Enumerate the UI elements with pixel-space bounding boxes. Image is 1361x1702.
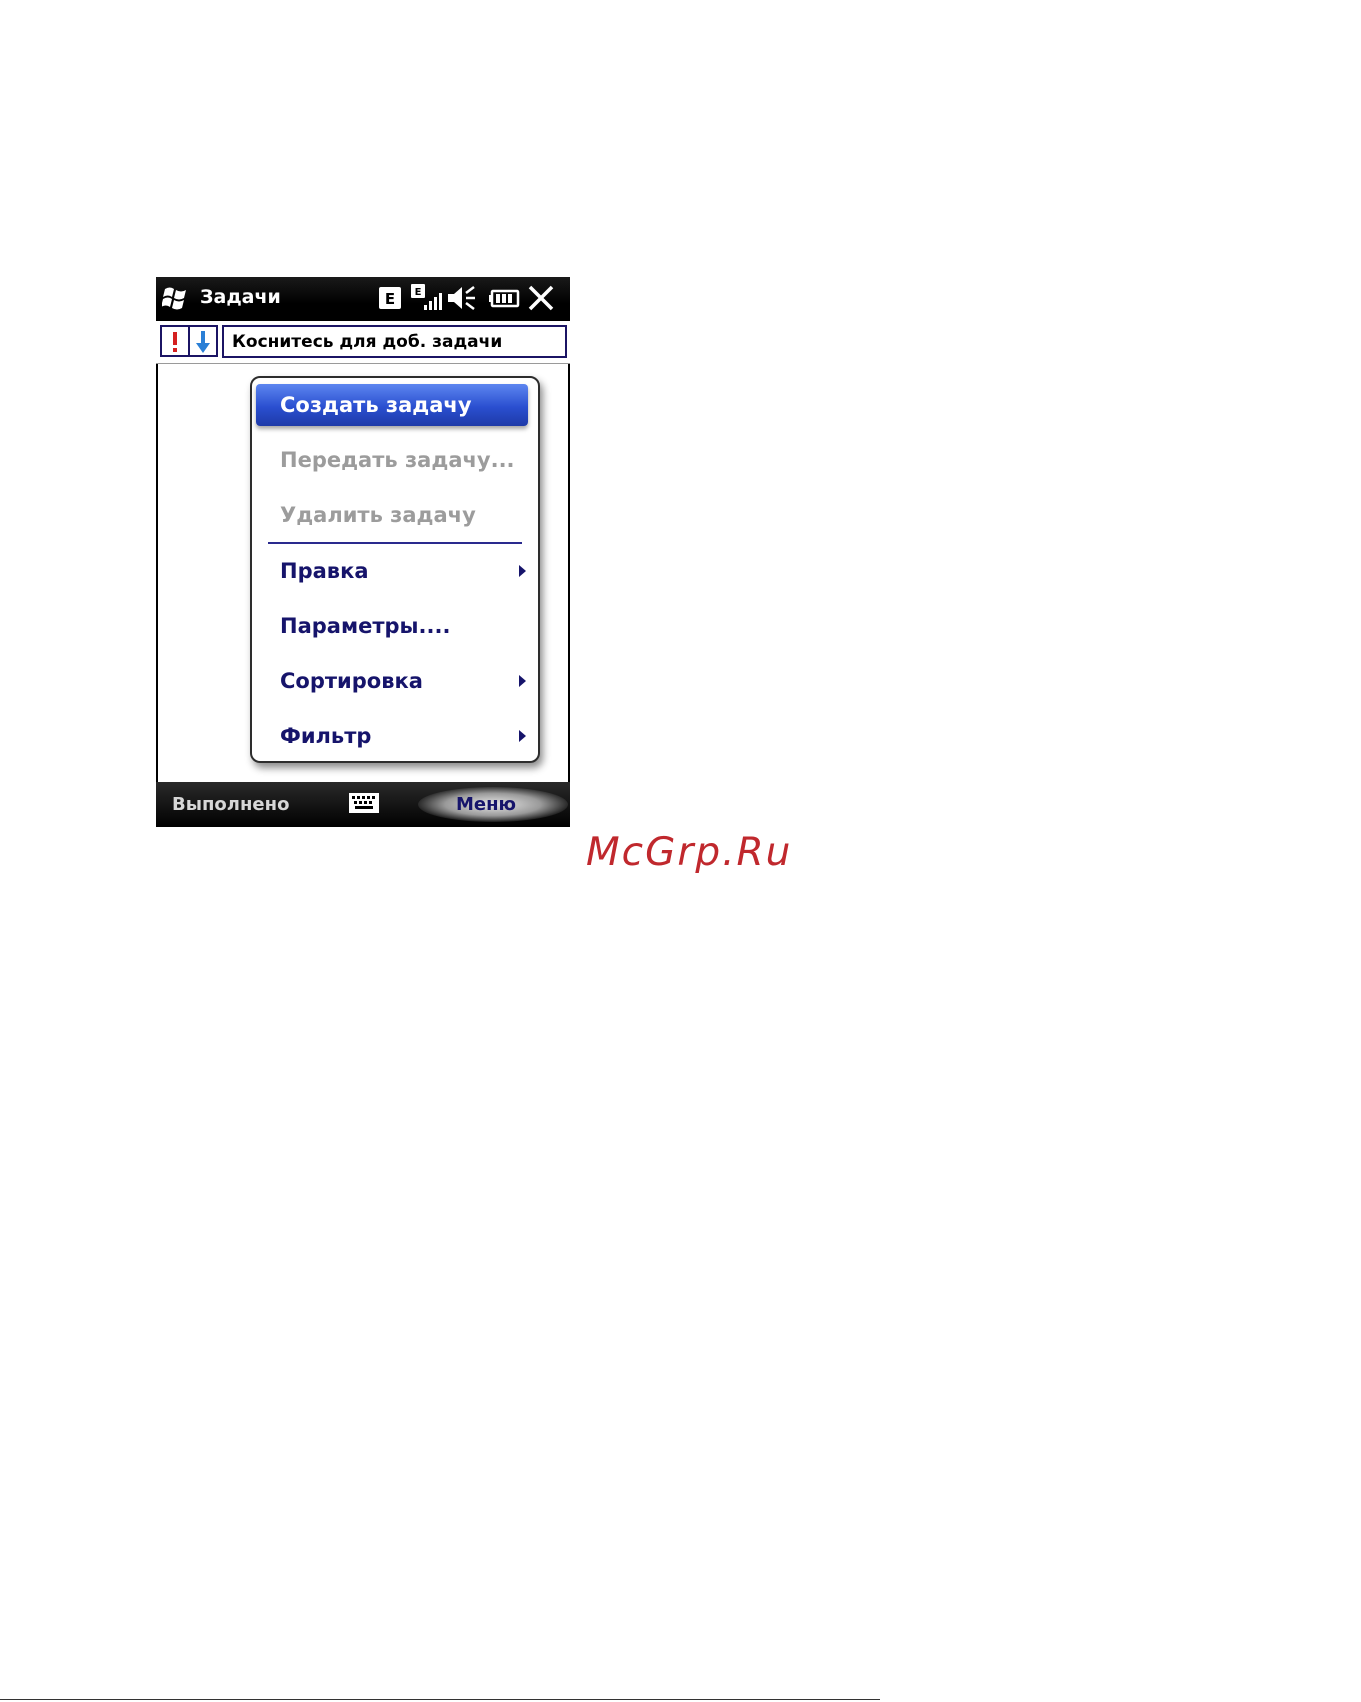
softkey-bar: Выполнено Меню [156, 782, 570, 827]
status-icons[interactable]: E E [378, 283, 568, 315]
svg-text:E: E [385, 290, 395, 308]
submenu-arrow-icon [519, 565, 526, 577]
phone-screenshot: Задачи E E Коснитесь для доб. задачи Соз… [156, 277, 570, 827]
softkey-right-menu[interactable]: Меню [456, 794, 516, 815]
task-entry-bar: Коснитесь для доб. задачи [156, 321, 570, 364]
menu-item-edit[interactable]: Правка [256, 550, 528, 592]
menu-separator [268, 542, 522, 544]
menu-item-send-task: Передать задачу... [280, 448, 515, 472]
watermark-text: McGrp.Ru [586, 830, 793, 875]
close-icon[interactable] [526, 283, 556, 313]
menu-item-sort[interactable]: Сортировка [256, 660, 528, 702]
submenu-arrow-icon [519, 730, 526, 742]
keyboard-icon[interactable] [349, 793, 379, 813]
menu-item-filter[interactable]: Фильтр [256, 715, 528, 757]
priority-selector[interactable] [160, 325, 218, 357]
menu-item-delete-task: Удалить задачу [280, 503, 476, 527]
page: Задачи E E Коснитесь для доб. задачи Соз… [0, 0, 1361, 1702]
signal-strength-icon: E [411, 284, 442, 310]
svg-text:E: E [415, 287, 422, 298]
low-priority-arrow-icon[interactable] [193, 329, 213, 355]
add-task-field[interactable]: Коснитесь для доб. задачи [222, 325, 567, 358]
priority-divider [188, 327, 190, 355]
high-priority-icon[interactable] [166, 330, 184, 354]
title-bar: Задачи E E [156, 277, 570, 321]
submenu-arrow-icon [519, 675, 526, 687]
windows-start-icon[interactable] [162, 285, 190, 311]
context-menu: Создать задачу Передать задачу... Удалит… [250, 376, 540, 763]
network-e-icon: E [379, 287, 401, 309]
menu-item-options[interactable]: Параметры.... [256, 605, 528, 647]
battery-icon [489, 289, 520, 308]
speaker-muted-icon [448, 286, 475, 310]
softkey-left-done[interactable]: Выполнено [172, 794, 289, 815]
menu-item-create-task[interactable]: Создать задачу [256, 384, 528, 426]
app-title: Задачи [200, 286, 281, 308]
page-bottom-rule [0, 1699, 880, 1700]
